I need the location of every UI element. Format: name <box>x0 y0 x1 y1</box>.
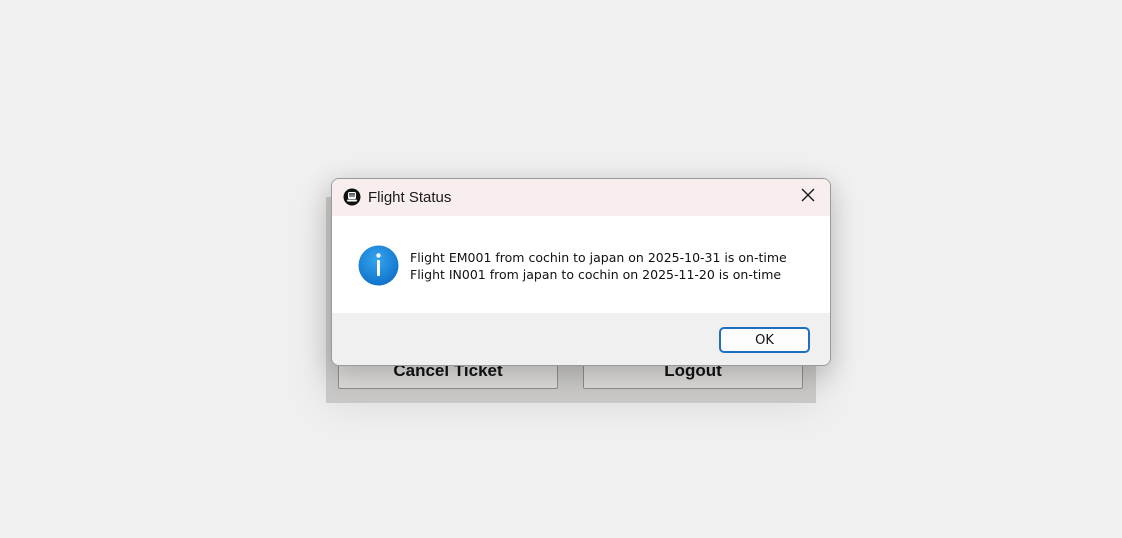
info-icon <box>358 245 399 286</box>
dialog-footer: OK <box>332 313 830 365</box>
close-button[interactable] <box>786 179 830 216</box>
ok-button[interactable]: OK <box>719 327 810 353</box>
status-message: Flight EM001 from cochin to japan on 202… <box>410 249 787 283</box>
close-icon <box>801 188 815 207</box>
message-line: Flight IN001 from japan to cochin on 202… <box>410 267 782 282</box>
dialog-content: Flight EM001 from cochin to japan on 202… <box>332 216 830 313</box>
dialog-titlebar[interactable]: Flight Status <box>332 179 830 216</box>
flight-status-dialog: Flight Status Flight EM001 from cochin t… <box>331 178 831 366</box>
app-icon <box>343 188 361 206</box>
message-line: Flight EM001 from cochin to japan on 202… <box>410 250 787 265</box>
dialog-title: Flight Status <box>368 189 452 206</box>
